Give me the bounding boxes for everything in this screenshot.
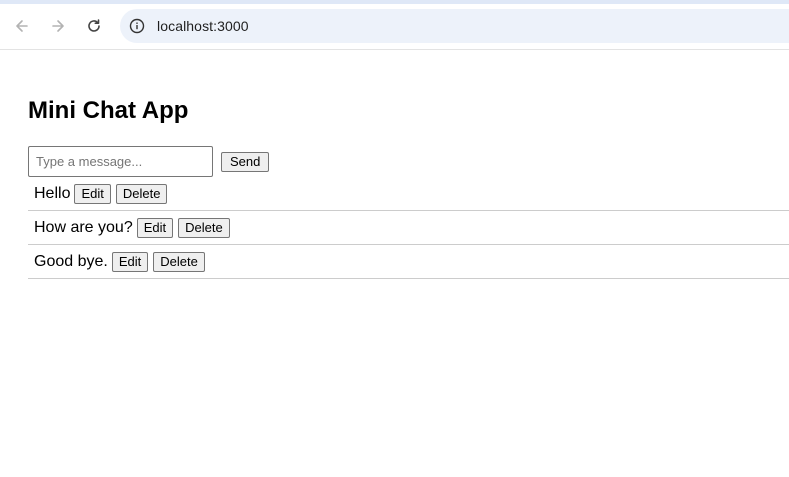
back-button[interactable] <box>10 14 34 38</box>
delete-button[interactable]: Delete <box>115 183 168 204</box>
url-text: localhost:3000 <box>157 18 249 34</box>
page-title: Mini Chat App <box>28 97 189 124</box>
message-input[interactable] <box>28 146 213 177</box>
message-item: How are you? Edit Delete <box>28 211 789 245</box>
arrow-right-icon <box>52 20 64 32</box>
reload-icon <box>88 19 100 32</box>
edit-button[interactable]: Edit <box>111 251 149 272</box>
message-text: Hello <box>34 184 71 202</box>
delete-button[interactable]: Delete <box>153 251 205 272</box>
edit-button[interactable]: Edit <box>136 217 174 238</box>
browser-tab-strip-edge <box>0 0 789 4</box>
message-composer: Send <box>28 146 270 177</box>
browser-toolbar: localhost:3000 <box>0 0 789 50</box>
address-bar[interactable]: localhost:3000 <box>120 9 789 43</box>
arrow-left-icon <box>16 20 28 32</box>
message-text: How are you? <box>34 218 133 236</box>
message-item: Good bye. Edit Delete <box>28 245 789 279</box>
page-content: Mini Chat App Send Hello Edit Delete How… <box>0 50 789 477</box>
edit-button[interactable]: Edit <box>74 183 111 204</box>
message-item: Hello Edit Delete <box>28 177 789 211</box>
info-icon[interactable] <box>128 17 146 35</box>
delete-button[interactable]: Delete <box>178 217 230 238</box>
send-button[interactable]: Send <box>221 151 270 172</box>
forward-button[interactable] <box>46 14 70 38</box>
message-text: Good bye. <box>34 252 108 270</box>
reload-button[interactable] <box>82 14 106 38</box>
message-list: Hello Edit Delete How are you? Edit Dele… <box>28 177 789 279</box>
